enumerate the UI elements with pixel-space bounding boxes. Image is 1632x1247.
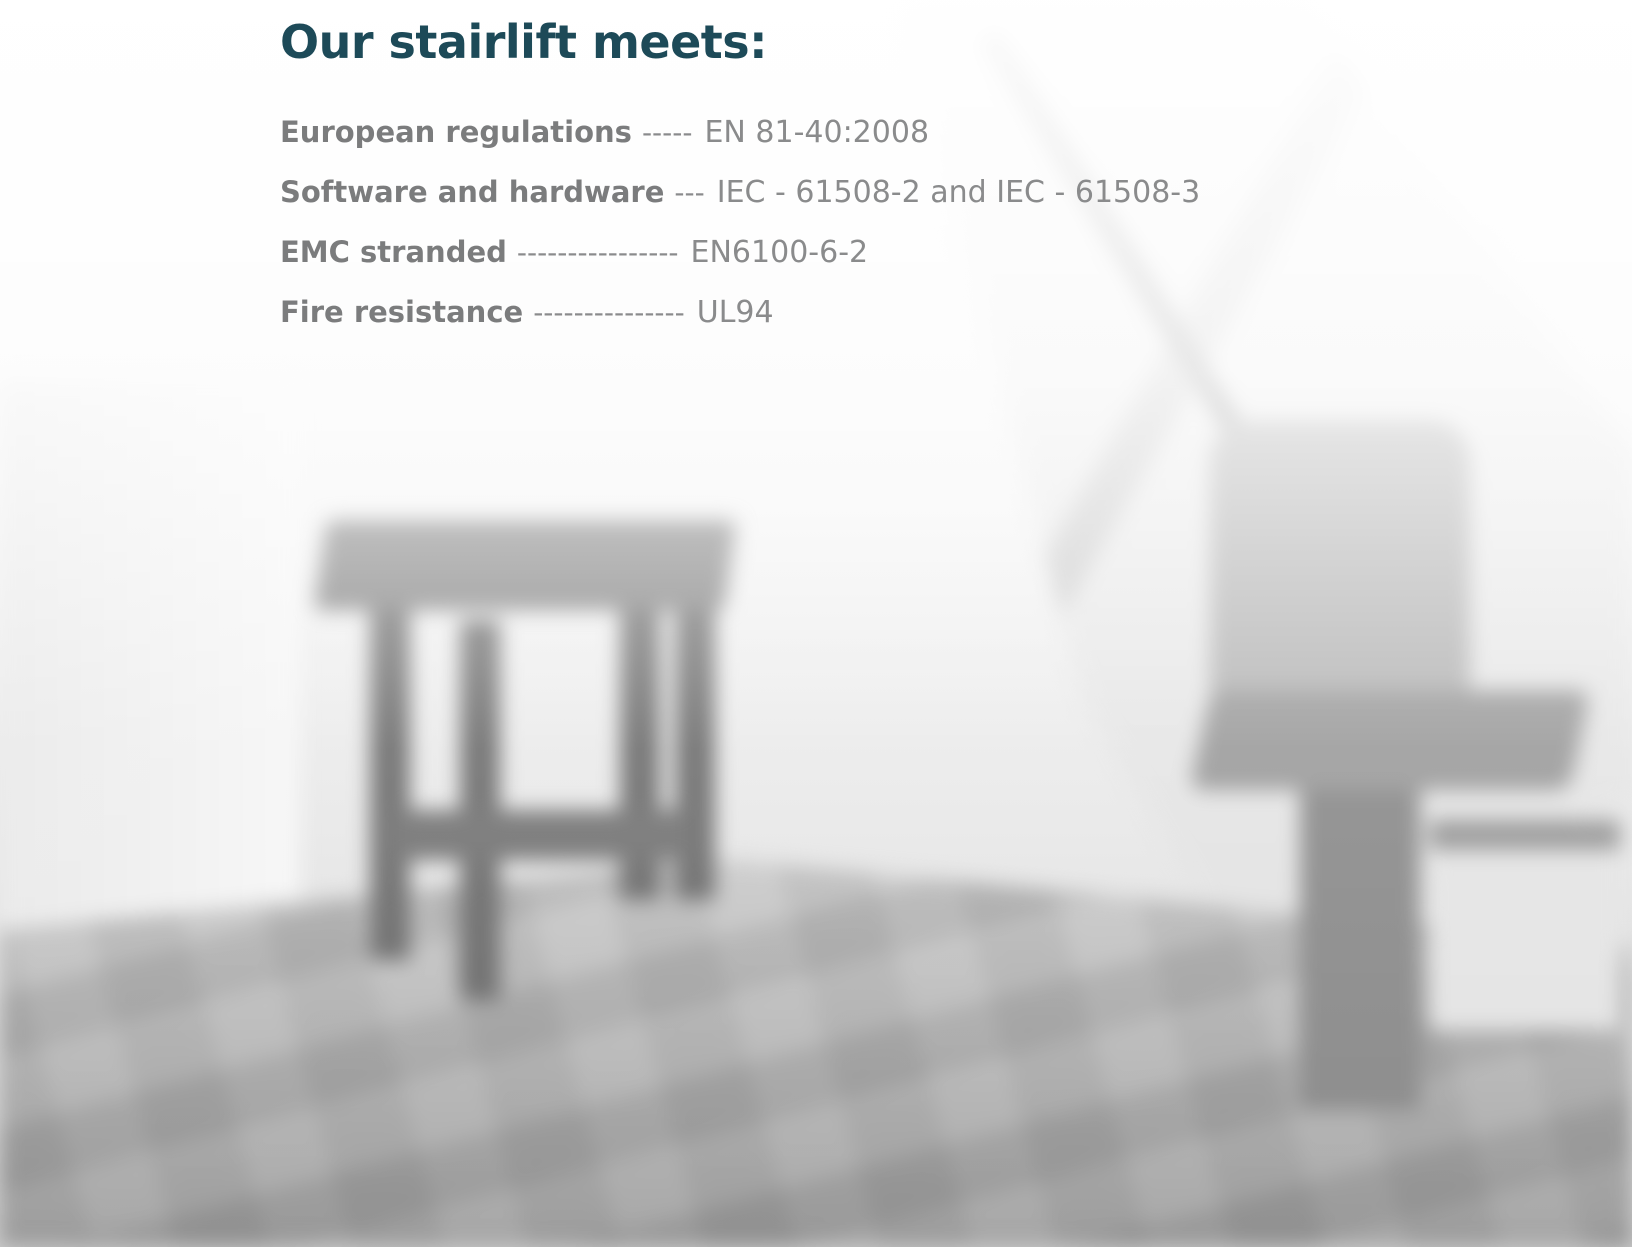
section-heading: Our stairlift meets:	[280, 15, 768, 69]
standard-value: EN 81-40:2008	[704, 115, 930, 150]
standard-value: IEC - 61508-2 and IEC - 61508-3	[716, 175, 1201, 210]
standard-value: UL94	[696, 295, 774, 330]
standard-row: Fire resistance --------------- UL94	[280, 282, 1380, 342]
standard-label: European regulations	[280, 115, 632, 149]
standard-label: Fire resistance	[280, 295, 524, 329]
standard-row: Software and hardware --- IEC - 61508-2 …	[280, 162, 1380, 222]
standards-section: Our stairlift meets: European regulation…	[280, 0, 1380, 342]
standard-leader-dashes: ----------------	[516, 236, 679, 269]
standard-row: European regulations ----- EN 81-40:2008	[280, 102, 1380, 162]
standard-label: EMC stranded	[280, 235, 507, 269]
standard-leader-dashes: -----	[641, 116, 693, 149]
standard-leader-dashes: ---	[674, 176, 705, 209]
standard-row: EMC stranded ---------------- EN6100-6-2	[280, 222, 1380, 282]
standard-label: Software and hardware	[280, 175, 665, 209]
standard-value: EN6100-6-2	[690, 235, 869, 270]
standards-list: European regulations ----- EN 81-40:2008…	[280, 102, 1380, 342]
standard-leader-dashes: ---------------	[533, 296, 685, 329]
